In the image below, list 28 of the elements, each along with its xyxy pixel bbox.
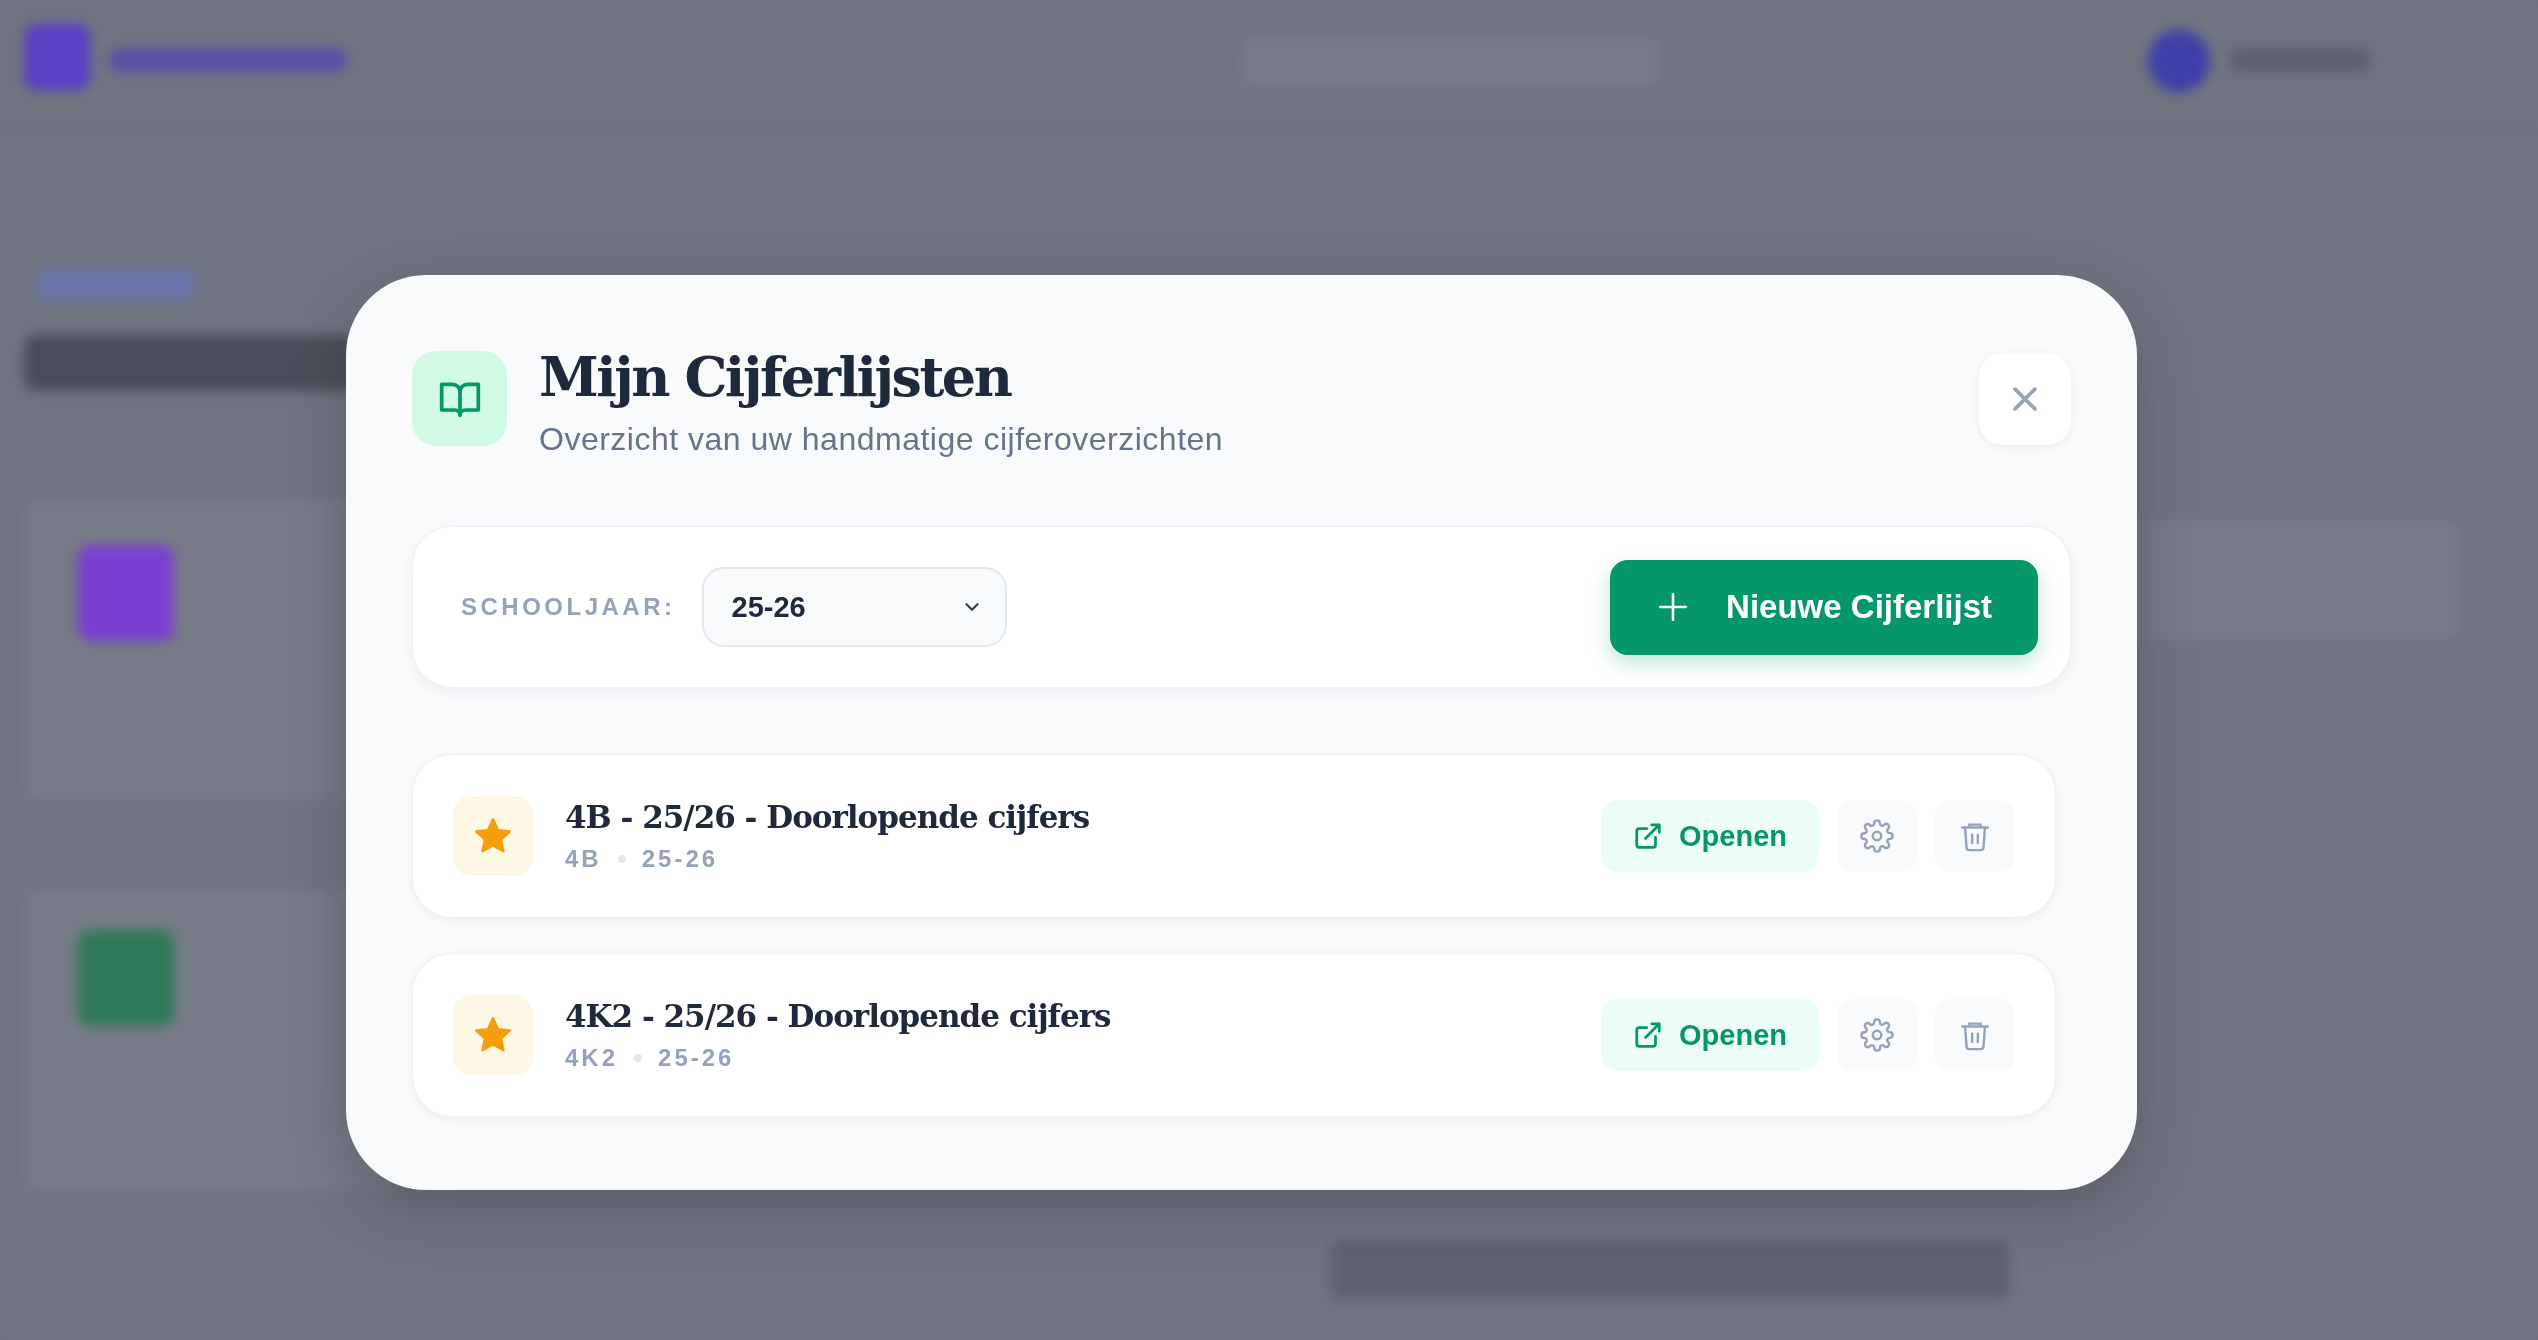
- separator-dot: [617, 855, 626, 863]
- school-year-select[interactable]: 25-26: [701, 567, 1007, 647]
- settings-icon: [1860, 819, 1894, 853]
- delete-button[interactable]: [1935, 999, 2015, 1071]
- settings-icon: [1860, 1018, 1894, 1052]
- settings-button[interactable]: [1837, 800, 1917, 872]
- grade-list-card[interactable]: 4K2 - 25/26 - Doorlopende cijfers 4K2 25-26 Openen: [412, 953, 2056, 1117]
- list-title: 4K2 - 25/26 - Doorlopende cijfers: [565, 998, 1112, 1034]
- class-label: 4K2: [565, 1044, 619, 1072]
- favorite-star-tile[interactable]: [453, 796, 533, 876]
- favorite-star-tile[interactable]: [453, 995, 533, 1075]
- open-button[interactable]: Openen: [1601, 800, 1819, 872]
- external-link-icon: [1633, 821, 1664, 851]
- close-button[interactable]: [1979, 353, 2071, 445]
- grade-list-card[interactable]: 4B - 25/26 - Doorlopende cijfers 4B 25-26 Openen: [412, 754, 2056, 918]
- settings-button[interactable]: [1837, 999, 1917, 1071]
- dialog-title: Mijn Cijferlijsten: [539, 345, 1012, 409]
- school-year-label: SCHOOLJAAR:: [461, 593, 676, 621]
- separator-dot: [634, 1054, 643, 1062]
- dialog-subtitle: Overzicht van uw handmatige cijferoverzichten: [539, 421, 1225, 458]
- open-button[interactable]: Openen: [1601, 999, 1819, 1071]
- year-label: 25-26: [641, 845, 719, 873]
- class-label: 4B: [565, 845, 602, 873]
- list-title: 4B - 25/26 - Doorlopende cijfers: [565, 799, 1091, 835]
- year-label: 25-26: [658, 1044, 735, 1072]
- new-grade-list-button[interactable]: Nieuwe Cijferlijst: [1610, 559, 2038, 655]
- delete-button[interactable]: [1935, 800, 2015, 872]
- external-link-icon: [1633, 1020, 1664, 1050]
